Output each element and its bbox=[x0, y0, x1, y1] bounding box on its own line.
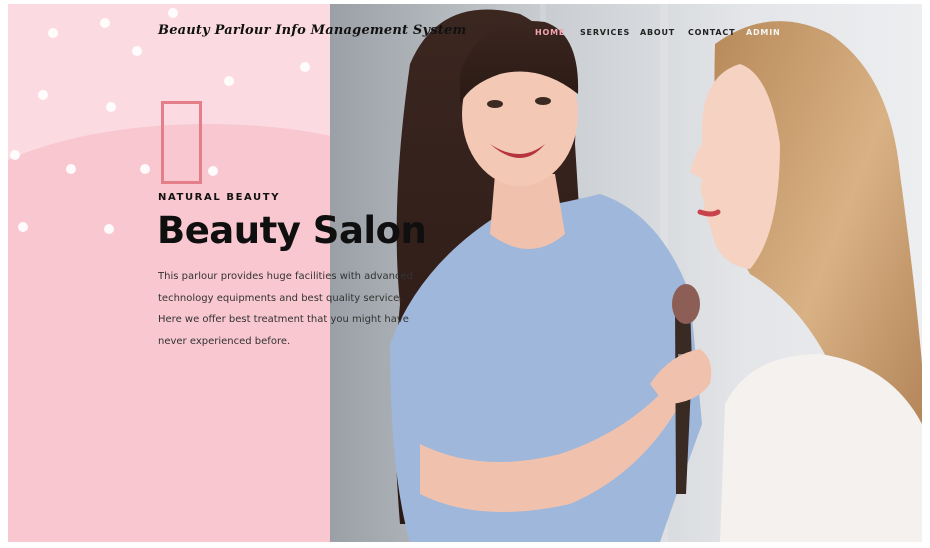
decor-dot bbox=[208, 166, 218, 176]
decor-dot bbox=[10, 150, 20, 160]
decor-dot bbox=[100, 18, 110, 28]
decor-dot bbox=[106, 102, 116, 112]
decor-dot bbox=[300, 62, 310, 72]
decor-dot bbox=[18, 222, 28, 232]
decor-dot bbox=[104, 224, 114, 234]
nav-admin[interactable]: ADMIN bbox=[746, 28, 780, 37]
brand-logo-text[interactable]: Beauty Parlour Info Management System bbox=[158, 23, 466, 38]
decor-dot bbox=[168, 8, 178, 18]
nav-home[interactable]: HOME bbox=[535, 28, 565, 37]
decor-dot bbox=[132, 46, 142, 56]
nav-contact[interactable]: CONTACT bbox=[688, 28, 735, 37]
page: Beauty Parlour Info Management System HO… bbox=[8, 4, 922, 542]
decorative-frame bbox=[161, 101, 202, 184]
decor-dot bbox=[66, 164, 76, 174]
decor-dot bbox=[140, 164, 150, 174]
hero-kicker: NATURAL BEAUTY bbox=[158, 192, 281, 203]
decor-dot bbox=[224, 76, 234, 86]
hero-title: Beauty Salon bbox=[157, 209, 427, 252]
nav-about[interactable]: ABOUT bbox=[640, 28, 675, 37]
decor-dot bbox=[38, 90, 48, 100]
nav-services[interactable]: SERVICES bbox=[580, 28, 630, 37]
hero-description: This parlour provides huge facilities wi… bbox=[158, 271, 413, 347]
decor-dot bbox=[48, 28, 58, 38]
